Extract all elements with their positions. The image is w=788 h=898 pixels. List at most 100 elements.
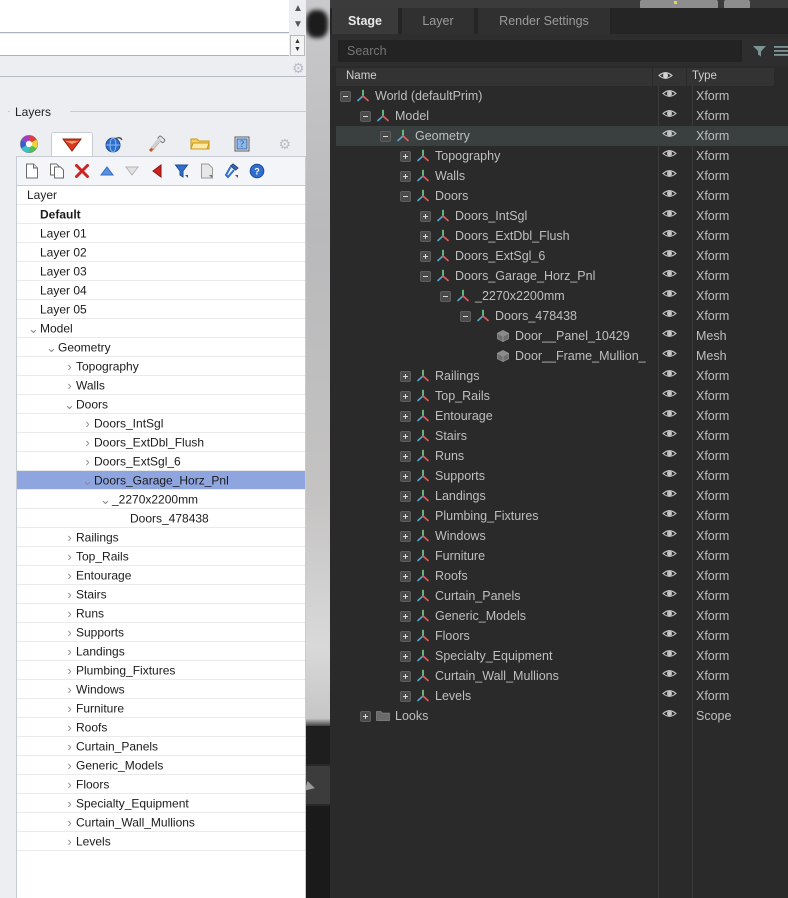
duplicate-layer-button[interactable] (46, 160, 68, 182)
layer-row[interactable]: › Supports (17, 623, 305, 642)
chevron-right-icon[interactable]: › (63, 775, 76, 794)
stage-tree-row[interactable]: Windows Xform (336, 526, 788, 546)
visibility-toggle-eye-icon[interactable] (662, 608, 677, 619)
stage-tree-row[interactable]: Door__Frame_Mullion_ Mesh (336, 346, 788, 366)
expand-plus-icon[interactable] (400, 150, 411, 162)
collapse-minus-icon[interactable] (440, 290, 451, 302)
stage-tree-row[interactable]: Doors_ExtSgl_6 Xform (336, 246, 788, 266)
layer-row[interactable]: › Curtain_Wall_Mullions (17, 813, 305, 832)
chevron-right-icon[interactable]: › (63, 566, 76, 585)
delete-layer-button[interactable] (71, 160, 93, 182)
stage-tree-row[interactable]: Top_Rails Xform (336, 386, 788, 406)
filter-button[interactable] (171, 160, 193, 182)
visibility-toggle-eye-icon[interactable] (662, 428, 677, 439)
visibility-toggle-eye-icon[interactable] (662, 668, 677, 679)
value-stepper[interactable]: ▲ ▼ (290, 35, 305, 56)
chevron-right-icon[interactable]: › (63, 623, 76, 642)
stage-tree-row[interactable]: Roofs Xform (336, 566, 788, 586)
visibility-toggle-eye-icon[interactable] (662, 368, 677, 379)
expand-plus-icon[interactable] (400, 450, 411, 462)
scroll-spinner[interactable]: ▲ ▼ (291, 1, 305, 33)
chevron-right-icon[interactable]: › (81, 433, 94, 452)
layer-row[interactable]: Layer 04 (17, 281, 305, 300)
layer-row[interactable]: › Curtain_Panels (17, 737, 305, 756)
layer-row[interactable]: ⌄Doors_Garage_Horz_Pnl (17, 471, 305, 490)
layer-row[interactable]: › Runs (17, 604, 305, 623)
expand-plus-icon[interactable] (360, 710, 371, 722)
tab-layer[interactable]: Layer (402, 8, 474, 34)
visibility-toggle-eye-icon[interactable] (662, 588, 677, 599)
layer-row[interactable]: › Levels (17, 832, 305, 851)
chevron-right-icon[interactable]: › (63, 756, 76, 775)
chevron-right-icon[interactable]: › (63, 737, 76, 756)
chevron-right-icon[interactable]: › (63, 528, 76, 547)
stage-tree-row[interactable]: Model Xform (336, 106, 788, 126)
stage-tree[interactable]: World (defaultPrim) Xform Model Xform Geomet… (336, 86, 788, 898)
stage-tree-row[interactable]: Landings Xform (336, 486, 788, 506)
visibility-toggle-eye-icon[interactable] (662, 148, 677, 159)
chevron-right-icon[interactable]: › (63, 604, 76, 623)
expand-plus-icon[interactable] (400, 610, 411, 622)
expand-plus-icon[interactable] (400, 690, 411, 702)
chevron-right-icon[interactable]: › (63, 547, 76, 566)
panel-settings-gear-icon[interactable]: ⚙ (292, 60, 305, 77)
stage-tree-row[interactable]: Furniture Xform (336, 546, 788, 566)
new-layer-button[interactable] (21, 160, 43, 182)
stage-tree-row[interactable]: Runs Xform (336, 446, 788, 466)
chevron-right-icon[interactable]: › (63, 794, 76, 813)
paint-tab[interactable] (136, 132, 179, 156)
stage-tree-row[interactable]: Doors_ExtDbl_Flush Xform (336, 226, 788, 246)
layer-row[interactable]: › Generic_Models (17, 756, 305, 775)
expand-plus-icon[interactable] (400, 590, 411, 602)
layer-row[interactable]: › Walls (17, 376, 305, 395)
expand-plus-icon[interactable] (420, 250, 431, 262)
stage-tree-row[interactable]: Door__Panel_10429 Mesh (336, 326, 788, 346)
layer-row[interactable]: › Railings (17, 528, 305, 547)
stage-tree-row[interactable]: Doors Xform (336, 186, 788, 206)
stage-tree-row[interactable]: Doors_478438 Xform (336, 306, 788, 326)
stage-tree-row[interactable]: Levels Xform (336, 686, 788, 706)
layers-tab[interactable] (50, 132, 94, 156)
stepper-up-icon[interactable]: ▲ (294, 38, 301, 46)
stage-tree-row[interactable]: Curtain_Wall_Mullions Xform (336, 666, 788, 686)
layer-row[interactable]: › Plumbing_Fixtures (17, 661, 305, 680)
visibility-toggle-eye-icon[interactable] (662, 448, 677, 459)
folder-tab[interactable] (178, 132, 221, 156)
visibility-toggle-eye-icon[interactable] (662, 308, 677, 319)
options-menu-icon[interactable] (772, 43, 788, 59)
visibility-toggle-eye-icon[interactable] (662, 288, 677, 299)
stage-tree-row[interactable]: Topography Xform (336, 146, 788, 166)
filter-icon[interactable] (750, 43, 768, 59)
visibility-toggle-eye-icon[interactable] (662, 648, 677, 659)
chevron-right-icon[interactable]: › (63, 585, 76, 604)
layer-row[interactable]: › Topography (17, 357, 305, 376)
stage-tree-row[interactable]: Doors_Garage_Horz_Pnl Xform (336, 266, 788, 286)
stage-tree-row[interactable]: Geometry Xform (336, 126, 788, 146)
expand-plus-icon[interactable] (400, 630, 411, 642)
chevron-down-icon[interactable]: ⌄ (99, 490, 112, 509)
tools-button[interactable] (221, 160, 243, 182)
expand-plus-icon[interactable] (400, 370, 411, 382)
layer-row[interactable]: Default (17, 205, 305, 224)
chevron-right-icon[interactable]: › (81, 452, 94, 471)
visibility-toggle-eye-icon[interactable] (662, 168, 677, 179)
expand-plus-icon[interactable] (400, 390, 411, 402)
visibility-toggle-eye-icon[interactable] (662, 328, 677, 339)
collapse-minus-icon[interactable] (420, 270, 431, 282)
chevron-right-icon[interactable]: › (63, 357, 76, 376)
visibility-toggle-eye-icon[interactable] (662, 568, 677, 579)
chevron-right-icon[interactable]: › (63, 642, 76, 661)
layer-row[interactable]: › Floors (17, 775, 305, 794)
chevron-down-icon[interactable]: ⌄ (45, 338, 58, 357)
visibility-toggle-eye-icon[interactable] (662, 248, 677, 259)
expand-plus-icon[interactable] (400, 470, 411, 482)
stage-tree-row[interactable]: Doors_IntSgl Xform (336, 206, 788, 226)
expand-plus-icon[interactable] (420, 210, 431, 222)
layer-row[interactable]: Doors_478438 (17, 509, 305, 528)
layer-row[interactable]: Layer 02 (17, 243, 305, 262)
layer-row[interactable]: Layer 03 (17, 262, 305, 281)
search-input[interactable] (338, 40, 742, 62)
chevron-right-icon[interactable]: › (63, 813, 76, 832)
chevron-right-icon[interactable]: › (63, 376, 76, 395)
stage-tree-row[interactable]: Plumbing_Fixtures Xform (336, 506, 788, 526)
